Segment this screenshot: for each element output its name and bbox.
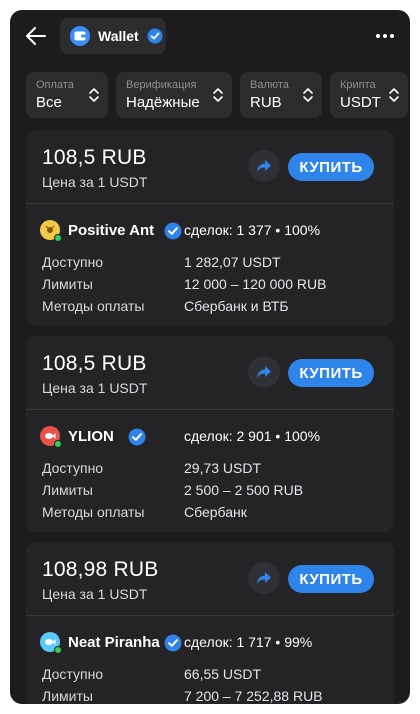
seller-deals: сделок: 1 377 • 100% [184, 222, 321, 238]
offer-card[interactable]: 108,98 RUB Цена за 1 USDT КУПИТЬ Neat Pi… [26, 542, 394, 704]
piranha-avatar-icon [45, 639, 56, 645]
seller-name[interactable]: Positive Ant [68, 222, 154, 239]
available-value: 29,73 USDT [184, 460, 262, 476]
seller-name[interactable]: Neat Piranha [68, 634, 160, 651]
online-indicator [54, 234, 62, 242]
header: Wallet [10, 10, 410, 62]
offer-header: 108,98 RUB Цена за 1 USDT КУПИТЬ [26, 542, 394, 616]
available-value: 66,55 USDT [184, 666, 262, 682]
share-arrow-icon [257, 366, 271, 378]
limits-value: 2 500 – 2 500 RUB [184, 482, 304, 498]
filter-payment[interactable]: Оплата Все [26, 72, 108, 118]
seller-name[interactable]: YLION [68, 428, 114, 445]
wallet-logo-icon [70, 26, 90, 46]
offer-header: 108,5 RUB Цена за 1 USDT КУПИТЬ [26, 336, 394, 410]
methods-value: Сбербанк и ВТБ [184, 298, 289, 314]
filter-label: Верификация [126, 79, 197, 91]
methods-label: Методы оплаты [42, 298, 145, 314]
limits-value: 12 000 – 120 000 RUB [184, 276, 327, 292]
share-arrow-icon [257, 572, 271, 584]
seller-avatar [40, 632, 62, 654]
chevron-up-down-icon [303, 88, 313, 102]
buy-button[interactable]: КУПИТЬ [288, 153, 374, 181]
offer-details: YLION сделок: 2 901 • 100% Доступно 29,7… [26, 410, 394, 532]
limits-label: Лимиты [42, 276, 93, 292]
limits-value: 7 200 – 7 252,88 RUB [184, 688, 323, 704]
seller-avatar [40, 220, 62, 242]
chevron-up-down-icon [389, 88, 399, 102]
available-label: Доступно [42, 254, 104, 270]
offer-price: 108,5 RUB [42, 146, 147, 169]
offer-card[interactable]: 108,5 RUB Цена за 1 USDT КУПИТЬ Positive… [26, 130, 394, 326]
ellipsis-dot [390, 34, 394, 38]
share-button[interactable] [248, 562, 280, 594]
share-button[interactable] [248, 356, 280, 388]
seller-deals: сделок: 2 901 • 100% [184, 428, 321, 444]
page-title: Wallet [98, 28, 139, 44]
verified-badge-icon [164, 634, 182, 652]
offer-details: Neat Piranha сделок: 1 717 • 99% Доступн… [26, 616, 394, 704]
buy-button[interactable]: КУПИТЬ [288, 359, 374, 387]
seller-avatar [40, 426, 62, 448]
filter-verification[interactable]: Верификация Надёжные [116, 72, 232, 118]
online-indicator [54, 440, 62, 448]
more-menu-button[interactable] [372, 24, 398, 48]
share-arrow-icon [257, 160, 271, 172]
offer-price-unit: Цена за 1 USDT [42, 174, 148, 190]
filter-crypto[interactable]: Крипта USDT [330, 72, 408, 118]
verified-badge-icon [128, 428, 146, 446]
ellipsis-dot [383, 34, 387, 38]
seller-deals: сделок: 1 717 • 99% [184, 634, 313, 650]
available-value: 1 282,07 USDT [184, 254, 281, 270]
chevron-up-down-icon [213, 88, 223, 102]
available-label: Доступно [42, 460, 104, 476]
limits-label: Лимиты [42, 482, 93, 498]
verified-badge-icon [164, 222, 182, 240]
arrow-left-icon [26, 27, 46, 45]
back-button[interactable] [24, 24, 48, 48]
filter-bar: Оплата Все Верификация Надёжные Валюта R… [26, 72, 410, 118]
available-label: Доступно [42, 666, 104, 682]
offer-price: 108,5 RUB [42, 352, 147, 375]
offer-price-unit: Цена за 1 USDT [42, 380, 148, 396]
methods-value: Сбербанк [184, 504, 247, 520]
share-button[interactable] [248, 150, 280, 182]
buy-button[interactable]: КУПИТЬ [288, 565, 374, 593]
offer-details: Positive Ant сделок: 1 377 • 100% Доступ… [26, 204, 394, 326]
verified-badge-icon [147, 28, 163, 44]
online-indicator [54, 646, 62, 654]
limits-label: Лимиты [42, 688, 93, 704]
ellipsis-icon [376, 34, 380, 38]
methods-label: Методы оплаты [42, 504, 145, 520]
fish-avatar-icon [45, 433, 56, 439]
wallet-title-pill[interactable]: Wallet [60, 18, 166, 54]
offer-header: 108,5 RUB Цена за 1 USDT КУПИТЬ [26, 130, 394, 204]
offer-price-unit: Цена за 1 USDT [42, 586, 148, 602]
filter-value: Надёжные [126, 94, 200, 111]
offer-card[interactable]: 108,5 RUB Цена за 1 USDT КУПИТЬ YLION сд… [26, 336, 394, 532]
chevron-up-down-icon [89, 88, 99, 102]
offer-price: 108,98 RUB [42, 558, 159, 581]
filter-currency[interactable]: Валюта RUB [240, 72, 322, 118]
wallet-window: Wallet Оплата Все Верификация Надёжные В… [10, 10, 410, 704]
